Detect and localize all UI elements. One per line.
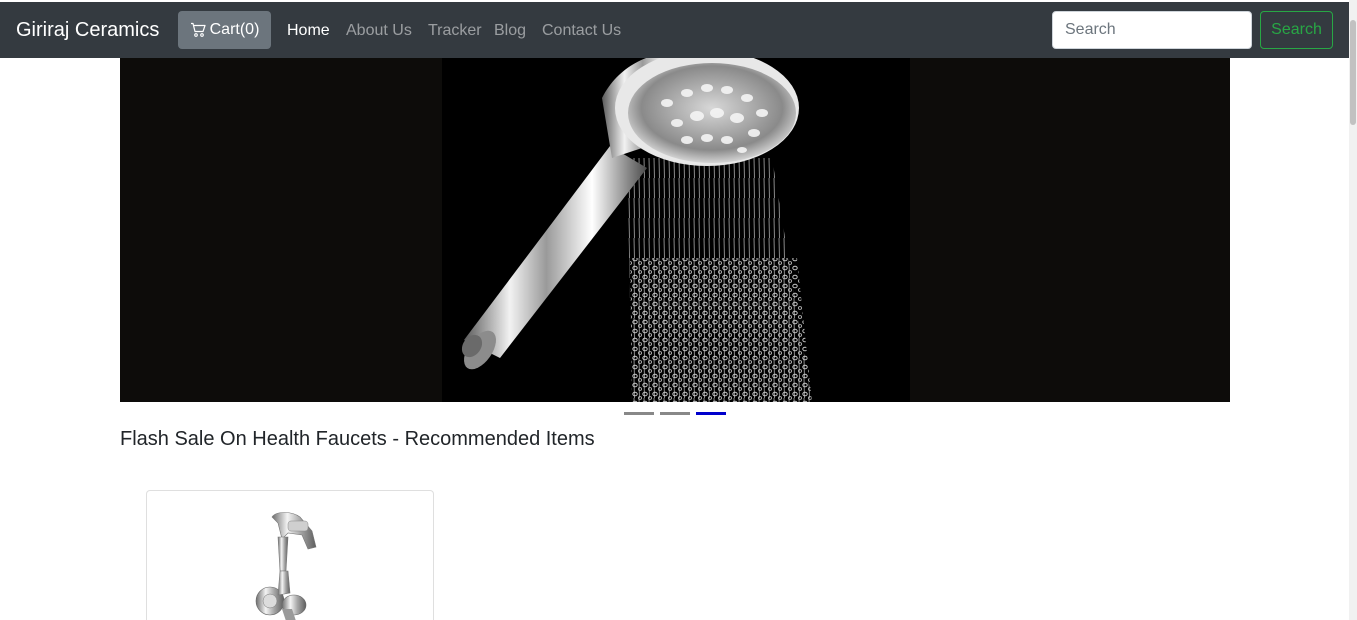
page-scrollbar[interactable] <box>1349 0 1357 620</box>
cart-icon <box>190 22 206 37</box>
search-button[interactable]: Search <box>1260 11 1333 49</box>
health-faucet-image <box>255 512 317 620</box>
product-card[interactable] <box>146 490 434 620</box>
search-input[interactable] <box>1052 11 1252 49</box>
carousel-indicator-1[interactable] <box>624 412 654 415</box>
scrollbar-thumb[interactable] <box>1350 20 1356 125</box>
nav-link-home[interactable]: Home <box>287 21 330 41</box>
nav-link-contact-us[interactable]: Contact Us <box>542 21 621 41</box>
cart-label: Cart(0) <box>209 21 260 38</box>
navbar: Giriraj Ceramics Cart(0) Home About Us T… <box>0 2 1349 58</box>
page: Giriraj Ceramics Cart(0) Home About Us T… <box>0 0 1357 620</box>
brand-logo-text[interactable]: Giriraj Ceramics <box>16 18 159 42</box>
nav-link-about-us[interactable]: About Us <box>346 21 412 41</box>
shower-head-image <box>442 58 910 402</box>
carousel-indicator-3[interactable] <box>696 412 726 415</box>
nav-link-tracker[interactable]: Tracker <box>428 21 482 41</box>
nav-link-blog[interactable]: Blog <box>494 21 526 41</box>
carousel-indicator-2[interactable] <box>660 412 690 415</box>
cart-button[interactable]: Cart(0) <box>178 11 271 49</box>
hero-carousel[interactable] <box>120 58 1230 402</box>
section-title: Flash Sale On Health Faucets - Recommend… <box>120 428 595 450</box>
